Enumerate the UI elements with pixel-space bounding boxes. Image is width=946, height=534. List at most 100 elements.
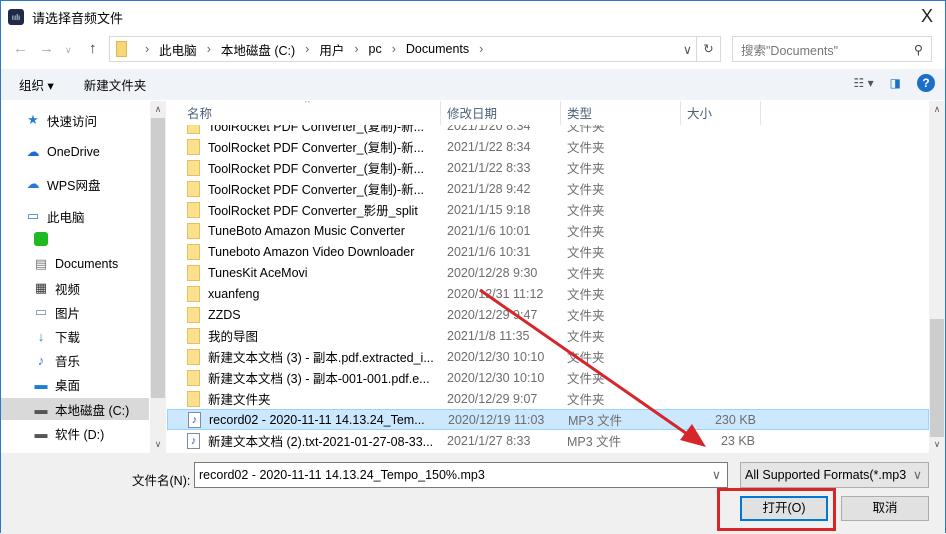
file-row[interactable]: ♪ record02 - 2020-11-11 14.13.24_Tem... 2…: [167, 409, 929, 430]
up-icon[interactable]: ↑: [89, 40, 97, 57]
filename-input[interactable]: record02 - 2020-11-11 14.13.24_Tempo_150…: [194, 462, 728, 488]
file-name: 新建文本文档 (2).txt-2021-01-27-08-33...: [208, 435, 434, 449]
file-name: TunesKit AceMovi: [208, 265, 308, 280]
file-row[interactable]: 我的导图 2021/1/8 11:35 文件夹: [167, 325, 929, 346]
sidebar-item-label: Documents: [55, 257, 119, 271]
sidebar-item-iqiyi[interactable]: [33, 229, 166, 251]
file-name: ToolRocket PDF Converter_影册_split: [208, 204, 418, 218]
folder-icon: [187, 327, 200, 344]
file-date: 2020/12/19 11:03: [448, 412, 545, 427]
file-type-value: All Supported Formats(*.mp3: [745, 468, 907, 482]
folder-icon: [187, 306, 200, 323]
sidebar-item-c-drive[interactable]: ▬ 本地磁盘 (C:): [1, 398, 149, 420]
file-name: ToolRocket PDF Converter_(复制)-新...: [208, 141, 425, 155]
file-name-cell: ToolRocket PDF Converter_(复制)-新...: [167, 137, 441, 156]
file-type: MP3 文件: [567, 435, 622, 449]
file-name: 新建文本文档 (3) - 副本-001-001.pdf.e...: [208, 372, 430, 386]
sidebar-item-this-pc[interactable]: ▭ 此电脑: [25, 205, 166, 227]
file-name-cell: ToolRocket PDF Converter_(复制)-新...: [167, 158, 441, 177]
file-row[interactable]: 新建文本文档 (3) - 副本-001-001.pdf.e... 2020/12…: [167, 367, 929, 388]
back-icon[interactable]: ←: [13, 40, 28, 57]
sidebar-scrollbar[interactable]: ∧ ∨: [150, 101, 166, 453]
file-date: 2020/12/30 10:10: [447, 349, 545, 364]
sidebar-item-downloads[interactable]: ↓ 下载: [33, 325, 166, 347]
sidebar-item-label: 音乐: [55, 354, 81, 369]
file-row[interactable]: 新建文本文档 (3) - 副本.pdf.extracted_i... 2020/…: [167, 346, 929, 367]
crumb-pc[interactable]: pc: [369, 42, 382, 56]
window-title: 请选择音频文件: [32, 10, 124, 26]
scrollbar-thumb[interactable]: [930, 319, 944, 437]
chevron-down-icon[interactable]: ∨: [712, 463, 721, 487]
organize-button[interactable]: 组织 ▾: [19, 75, 54, 94]
star-icon: ★: [27, 112, 39, 127]
file-row[interactable]: ♪ 新建文本文档 (2).txt-2021-01-27-08-33... 2021…: [167, 430, 929, 451]
crumb-documents[interactable]: Documents: [406, 42, 469, 56]
folder-icon: [187, 159, 200, 176]
file-name-cell: 我的导图: [167, 326, 441, 345]
file-name: Tuneboto Amazon Video Downloader: [208, 244, 415, 259]
file-row[interactable]: ToolRocket PDF Converter_影册_split 2021/1…: [167, 199, 929, 220]
forward-icon[interactable]: →: [39, 40, 54, 57]
navigation-pane: ★ 快速访问 ☁ OneDrive ☁ WPS网盘 ▭ 此电脑 ▤ Documents ▦…: [1, 101, 166, 453]
sidebar-item-onedrive[interactable]: ☁ OneDrive: [25, 141, 166, 163]
sidebar-item-label: 图片: [55, 306, 81, 321]
sidebar-item-wps[interactable]: ☁ WPS网盘: [25, 173, 166, 195]
help-icon[interactable]: ?: [917, 74, 935, 92]
scrollbar-thumb[interactable]: [151, 118, 165, 398]
column-header-size[interactable]: 大小: [681, 101, 761, 125]
open-button[interactable]: 打开(O): [740, 496, 828, 521]
file-type: 文件夹: [567, 141, 605, 155]
sidebar-item-music[interactable]: ♪ 音乐: [33, 349, 166, 371]
file-rows: ToolRocket PDF Converter_(复制)-新... 2021/…: [167, 115, 929, 451]
crumb-this-pc[interactable]: 此电脑: [159, 40, 197, 59]
file-type-select[interactable]: All Supported Formats(*.mp3 ∨: [740, 462, 929, 488]
file-row[interactable]: xuanfeng 2020/12/31 11:12 文件夹: [167, 283, 929, 304]
sidebar-item-label: WPS网盘: [47, 178, 101, 193]
sidebar-item-d-drive[interactable]: ▬ 软件 (D:): [33, 422, 166, 444]
file-row[interactable]: TunesKit AceMovi 2020/12/28 9:30 文件夹: [167, 262, 929, 283]
sidebar-item-documents[interactable]: ▤ Documents: [33, 253, 166, 275]
new-folder-button[interactable]: 新建文件夹: [84, 75, 147, 94]
sidebar-item-pictures[interactable]: ▭ 图片: [33, 301, 166, 323]
file-type: 文件夹: [567, 267, 605, 281]
file-name: 新建文件夹: [208, 393, 271, 407]
refresh-icon[interactable]: ↻: [696, 37, 720, 61]
breadcrumb[interactable]: › 此电脑 › 本地磁盘 (C:) › 用户 › pc › Documents › ∨ ↻: [109, 36, 721, 62]
crumb-users[interactable]: 用户: [319, 40, 344, 59]
column-header-date[interactable]: 修改日期: [441, 101, 561, 125]
close-button[interactable]: X: [921, 6, 933, 27]
crumb-c-drive[interactable]: 本地磁盘 (C:): [221, 40, 295, 59]
file-row[interactable]: 新建文件夹 2020/12/29 9:07 文件夹: [167, 388, 929, 409]
search-input[interactable]: 搜索"Documents" ⚲: [732, 36, 932, 62]
sidebar-item-label: 此电脑: [47, 210, 85, 225]
cancel-button[interactable]: 取消: [841, 496, 929, 521]
file-row[interactable]: ToolRocket PDF Converter_(复制)-新... 2021/…: [167, 136, 929, 157]
file-list-scrollbar[interactable]: ∧ ∨: [929, 101, 945, 453]
file-open-dialog: ıılı 请选择音频文件 X ← → ∨ ↑ › 此电脑 › 本地磁盘 (C:) ›…: [0, 0, 946, 534]
file-row[interactable]: TuneBoto Amazon Music Converter 2021/1/6…: [167, 220, 929, 241]
sidebar-item-quick-access[interactable]: ★ 快速访问: [25, 109, 166, 131]
iqiyi-icon: [33, 231, 49, 249]
file-type: 文件夹: [567, 351, 605, 365]
address-dropdown-icon[interactable]: ∨: [683, 42, 692, 57]
title-bar: ıılı 请选择音频文件 X: [1, 1, 945, 33]
file-row[interactable]: ZZDS 2020/12/29 9:47 文件夹: [167, 304, 929, 325]
sidebar-item-videos[interactable]: ▦ 视频: [33, 277, 166, 299]
folder-icon: [116, 41, 127, 57]
file-date: 2020/12/29 9:07: [447, 391, 538, 406]
preview-pane-icon[interactable]: ◨: [890, 76, 901, 90]
file-row[interactable]: ToolRocket PDF Converter_(复制)-新... 2021/…: [167, 178, 929, 199]
file-name: 新建文本文档 (3) - 副本.pdf.extracted_i...: [208, 351, 434, 365]
column-header-name[interactable]: 名称 ^: [167, 101, 441, 125]
recent-dropdown-icon[interactable]: ∨: [65, 45, 72, 56]
file-date: 2021/1/22 8:33: [447, 160, 531, 175]
view-options-icon[interactable]: ☷ ▾: [854, 76, 874, 90]
column-header-type[interactable]: 类型: [561, 101, 681, 125]
file-date: 2021/1/28 9:42: [447, 181, 531, 196]
file-name: ToolRocket PDF Converter_(复制)-新...: [208, 183, 425, 197]
sidebar-item-label: 视频: [55, 282, 81, 297]
sidebar-item-desktop[interactable]: ▬ 桌面: [33, 373, 166, 395]
file-row[interactable]: Tuneboto Amazon Video Downloader 2021/1/…: [167, 241, 929, 262]
file-name: ZZDS: [208, 307, 241, 322]
file-row[interactable]: ToolRocket PDF Converter_(复制)-新... 2021/…: [167, 157, 929, 178]
